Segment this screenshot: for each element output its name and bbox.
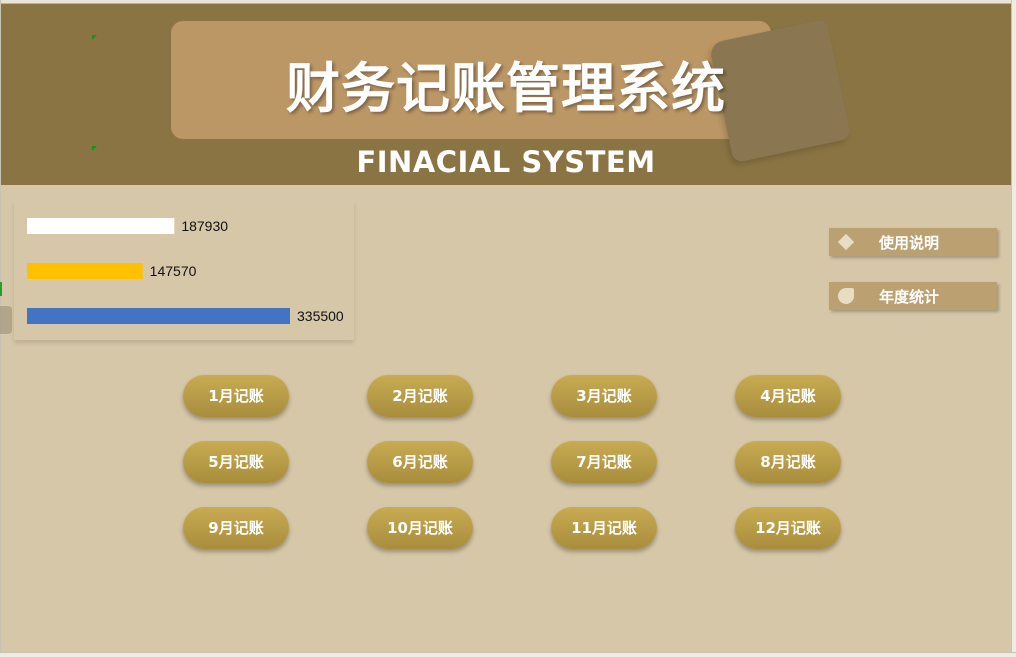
annual-stats-button[interactable]: 年度统计 [829, 282, 997, 310]
cell-marker-icon [0, 282, 2, 296]
summary-bar-1 [27, 218, 175, 234]
usage-guide-label: 使用说明 [879, 234, 940, 252]
month-5-button[interactable]: 5月记账 [183, 441, 289, 483]
month-3-button[interactable]: 3月记账 [551, 375, 657, 417]
month-12-button[interactable]: 12月记账 [735, 507, 841, 549]
page-title: 财务记账管理系统 [286, 57, 726, 120]
sheet-bottom-edge [0, 652, 1016, 657]
diamond-icon [837, 233, 855, 251]
cell-marker-icon [92, 35, 97, 40]
month-1-button[interactable]: 1月记账 [183, 375, 289, 417]
summary-bar-label-3: 335500 [297, 308, 344, 324]
summary-bar-label-2: 147570 [150, 263, 197, 279]
month-6-button[interactable]: 6月记账 [367, 441, 473, 483]
month-7-button[interactable]: 7月记账 [551, 441, 657, 483]
summary-chart-svg: 187930 147570 335500 [27, 218, 344, 324]
summary-bar-3 [27, 308, 290, 324]
month-10-button[interactable]: 10月记账 [367, 507, 473, 549]
summary-bar-2 [27, 263, 143, 279]
sheet-right-edge [1011, 0, 1016, 657]
summary-bar-label-1: 187930 [181, 218, 228, 234]
cell-marker-icon [92, 146, 97, 151]
month-11-button[interactable]: 11月记账 [551, 507, 657, 549]
page-subtitle: FINACIAL SYSTEM [356, 145, 656, 179]
side-tab-decoration [0, 306, 12, 334]
usage-guide-button[interactable]: 使用说明 [829, 228, 997, 256]
month-8-button[interactable]: 8月记账 [735, 441, 841, 483]
annual-stats-label: 年度统计 [879, 288, 940, 306]
leaf-icon [838, 288, 854, 304]
month-9-button[interactable]: 9月记账 [183, 507, 289, 549]
month-4-button[interactable]: 4月记账 [735, 375, 841, 417]
month-2-button[interactable]: 2月记账 [367, 375, 473, 417]
summary-chart: 187930 147570 335500 [14, 200, 354, 340]
